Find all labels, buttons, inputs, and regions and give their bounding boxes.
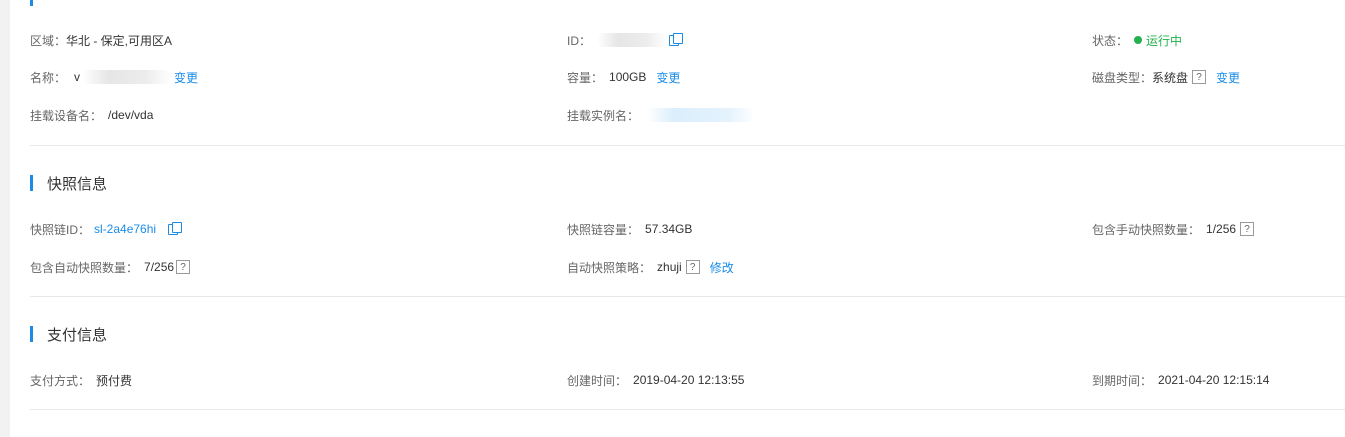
mount-device-label: 挂载设备名：	[30, 108, 103, 123]
mount-device-value: /dev/vda	[108, 108, 154, 122]
status-value: 运行中	[1146, 33, 1183, 48]
help-icon[interactable]: ?	[1192, 70, 1207, 84]
auto-policy-field: 自动快照策略： zhuji ? 修改	[567, 257, 734, 277]
chain-capacity-value: 57.34GB	[645, 222, 693, 236]
detail-panel: 区域： 华北 - 保定,可用区A ID： 状态： 运行中 名称： v 变更 容量…	[10, 0, 1345, 437]
name-value: v	[74, 70, 81, 84]
mount-device-field: 挂载设备名： /dev/vda	[30, 105, 153, 125]
disk-type-change-link[interactable]: 变更	[1216, 69, 1240, 86]
capacity-value: 100GB	[609, 70, 647, 84]
chain-id-field: 快照链ID： sl-2a4e76hi	[30, 219, 183, 239]
expire-time-value: 2021-04-20 12:15:14	[1158, 373, 1270, 387]
section-divider	[30, 145, 1345, 146]
snapshot-section-title: 快照信息	[30, 173, 107, 193]
capacity-change-link[interactable]: 变更	[656, 69, 680, 86]
basic-info-section-title	[30, 0, 47, 8]
region-label: 区域：	[30, 33, 67, 48]
section-divider	[30, 409, 1345, 410]
mount-instance-field: 挂载实例名：	[567, 105, 756, 125]
manual-count-field: 包含手动快照数量： 1/256 ?	[1092, 219, 1255, 239]
help-icon[interactable]: ?	[176, 260, 191, 274]
capacity-field: 容量： 100GB 变更	[567, 67, 680, 87]
auto-count-value: 7/256	[144, 260, 175, 274]
pay-method-field: 支付方式： 预付费	[30, 370, 132, 390]
name-field: 名称： v 变更	[30, 67, 198, 87]
status-dot-icon	[1134, 36, 1143, 44]
chain-capacity-label: 快照链容量：	[567, 222, 640, 237]
capacity-label: 容量：	[567, 70, 604, 85]
created-time-value: 2019-04-20 12:13:55	[633, 373, 745, 387]
status-field: 状态： 运行中	[1092, 30, 1182, 50]
chain-id-link[interactable]: sl-2a4e76hi	[94, 222, 156, 236]
chain-capacity-field: 快照链容量： 57.34GB	[567, 219, 692, 239]
copy-icon[interactable]	[168, 222, 183, 236]
help-icon[interactable]: ?	[1240, 222, 1255, 236]
created-time-field: 创建时间： 2019-04-20 12:13:55	[567, 370, 744, 390]
id-label: ID：	[567, 33, 592, 48]
pay-method-label: 支付方式：	[30, 373, 91, 388]
expire-time-field: 到期时间： 2021-04-20 12:15:14	[1092, 370, 1269, 390]
disk-type-label: 磁盘类型：	[1092, 70, 1153, 85]
expire-time-label: 到期时间：	[1092, 373, 1153, 388]
section-accent-bar	[30, 0, 33, 6]
manual-count-value: 1/256	[1206, 222, 1237, 236]
help-icon[interactable]: ?	[685, 260, 700, 274]
chain-id-label: 快照链ID：	[30, 222, 91, 237]
id-value-redacted	[597, 33, 668, 47]
auto-policy-value: zhuji	[657, 260, 682, 274]
pay-method-value: 预付费	[96, 373, 133, 388]
section-accent-bar	[30, 326, 33, 342]
name-label: 名称：	[30, 70, 67, 85]
region-field: 区域： 华北 - 保定,可用区A	[30, 30, 172, 50]
disk-type-field: 磁盘类型： 系统盘 ? 变更	[1092, 67, 1240, 87]
id-field: ID：	[567, 30, 684, 50]
section-divider	[30, 296, 1345, 297]
payment-section-title: 支付信息	[30, 324, 107, 344]
auto-count-label: 包含自动快照数量：	[30, 260, 139, 275]
snapshot-title: 快照信息	[47, 175, 108, 193]
auto-policy-label: 自动快照策略：	[567, 260, 652, 275]
status-label: 状态：	[1092, 33, 1129, 48]
mount-instance-redacted[interactable]	[647, 108, 756, 122]
created-time-label: 创建时间：	[567, 373, 628, 388]
disk-type-value: 系统盘	[1152, 70, 1189, 85]
auto-count-field: 包含自动快照数量： 7/256 ?	[30, 257, 191, 277]
payment-title: 支付信息	[47, 326, 108, 344]
copy-icon[interactable]	[669, 33, 684, 47]
region-value: 华北 - 保定,可用区A	[66, 33, 173, 48]
name-change-link[interactable]: 变更	[174, 69, 198, 86]
section-accent-bar	[30, 175, 33, 191]
auto-policy-modify-link[interactable]: 修改	[710, 259, 734, 276]
manual-count-label: 包含手动快照数量：	[1092, 222, 1201, 237]
name-value-redacted	[82, 70, 173, 84]
mount-instance-label: 挂载实例名：	[567, 108, 640, 123]
